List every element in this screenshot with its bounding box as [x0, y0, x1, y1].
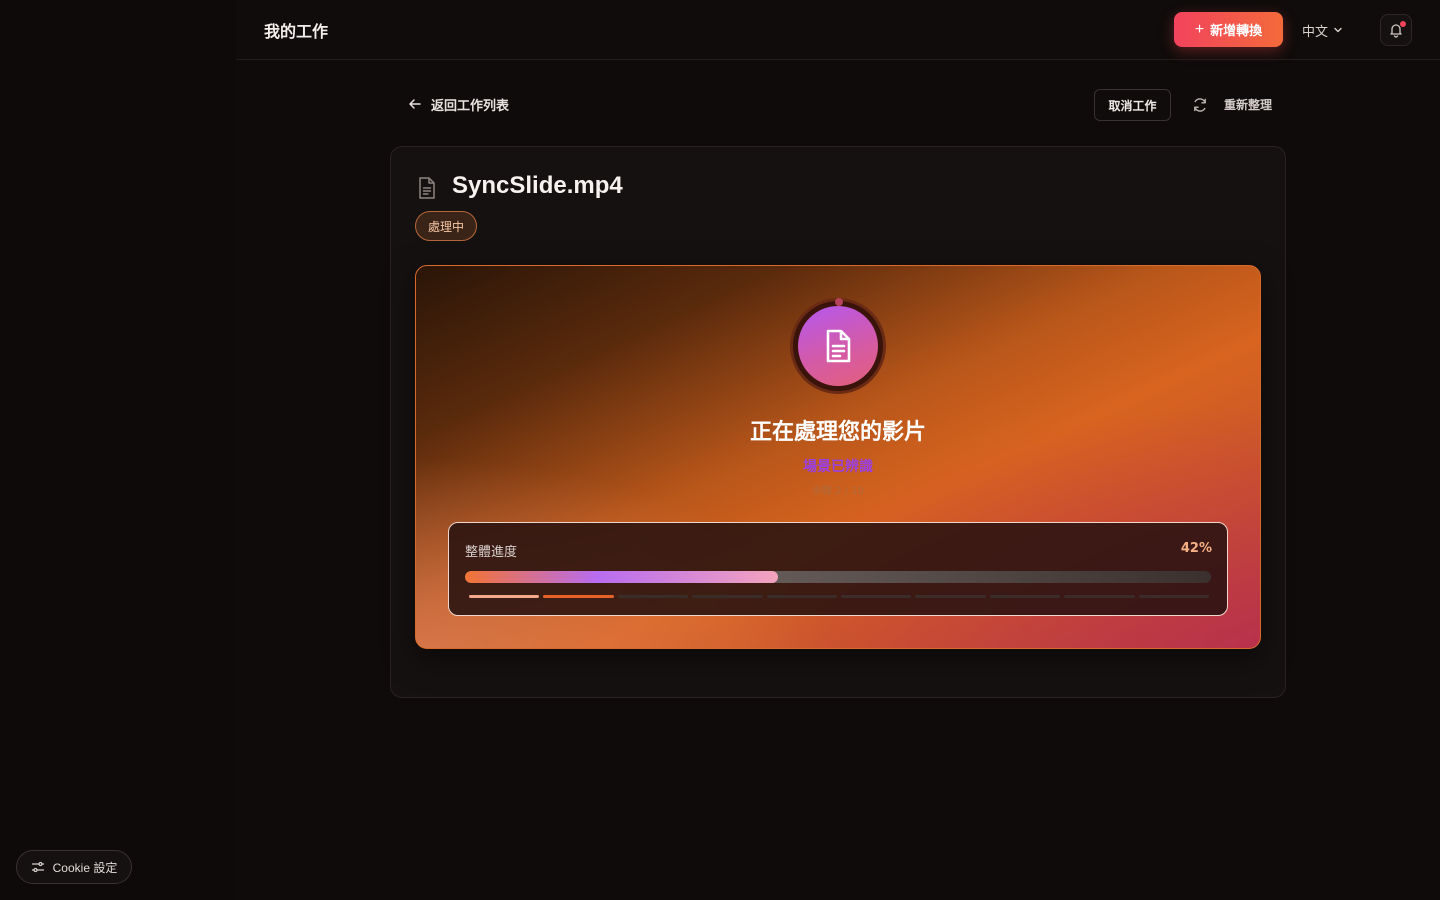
- cancel-job-button[interactable]: 取消工作: [1094, 89, 1171, 121]
- processing-panel: 正在處理您的影片 場景已辨識 步驟 2 / 10 整體進度 42%: [415, 265, 1261, 649]
- cookie-settings-button[interactable]: Cookie 設定: [16, 850, 132, 884]
- refresh-label[interactable]: 重新整理: [1224, 96, 1272, 113]
- step-segment: [617, 595, 689, 598]
- document-icon: [826, 329, 851, 363]
- notifications-button[interactable]: [1380, 14, 1412, 46]
- processing-title: 正在處理您的影片: [749, 420, 926, 445]
- step-segment: [1064, 595, 1135, 598]
- cookie-settings-label: Cookie 設定: [52, 860, 118, 875]
- overall-progress-label: 整體進度: [465, 545, 518, 560]
- step-detail: 步驟 2 / 10: [812, 486, 864, 497]
- step-segment: [469, 595, 540, 598]
- language-label: 中文: [1302, 24, 1329, 40]
- status-badge: 處理中: [415, 211, 478, 241]
- progress-ring-indicator: [835, 298, 843, 306]
- step-segment: [915, 595, 986, 598]
- current-step: 場景已辨識: [803, 459, 873, 475]
- language-selector[interactable]: 中文: [1302, 19, 1344, 41]
- arrow-left-icon: [409, 99, 421, 109]
- sidebar: [0, 0, 236, 900]
- step-segment: [841, 595, 912, 598]
- file-text-icon: [417, 176, 437, 200]
- new-conversion-button[interactable]: + 新增轉換: [1174, 12, 1283, 47]
- job-card: SyncSlide.mp4 處理中 正在處理您的影片 場景已辨識 步驟 2 / …: [390, 146, 1286, 698]
- step-segment: [543, 595, 614, 598]
- step-segment: [989, 595, 1061, 598]
- plus-icon: +: [1194, 20, 1205, 38]
- refresh-button[interactable]: [1190, 95, 1210, 115]
- progress-bar-track: [465, 571, 1211, 583]
- notification-dot: [1400, 21, 1406, 27]
- page-title: 我的工作: [264, 22, 329, 41]
- top-bar: 我的工作 + 新增轉換 中文: [236, 0, 1440, 60]
- back-label: 返回工作列表: [431, 98, 510, 114]
- refresh-icon: [1194, 98, 1206, 112]
- back-to-jobs-link[interactable]: 返回工作列表: [408, 94, 509, 114]
- file-name: SyncSlide.mp4: [452, 172, 623, 199]
- step-segment: [1138, 595, 1210, 598]
- progress-bar-fill: [465, 571, 779, 583]
- sliders-icon: [31, 861, 44, 873]
- progress-ring: [790, 298, 886, 394]
- overall-progress-percent: 42%: [1180, 541, 1212, 556]
- processing-icon-badge: [798, 306, 878, 386]
- step-segment: [766, 595, 838, 598]
- step-segments: [469, 595, 1210, 599]
- overall-progress: 整體進度 42%: [448, 522, 1228, 616]
- new-conversion-label: 新增轉換: [1210, 23, 1263, 38]
- chevron-down-icon: [1334, 27, 1342, 33]
- step-segment: [692, 595, 763, 598]
